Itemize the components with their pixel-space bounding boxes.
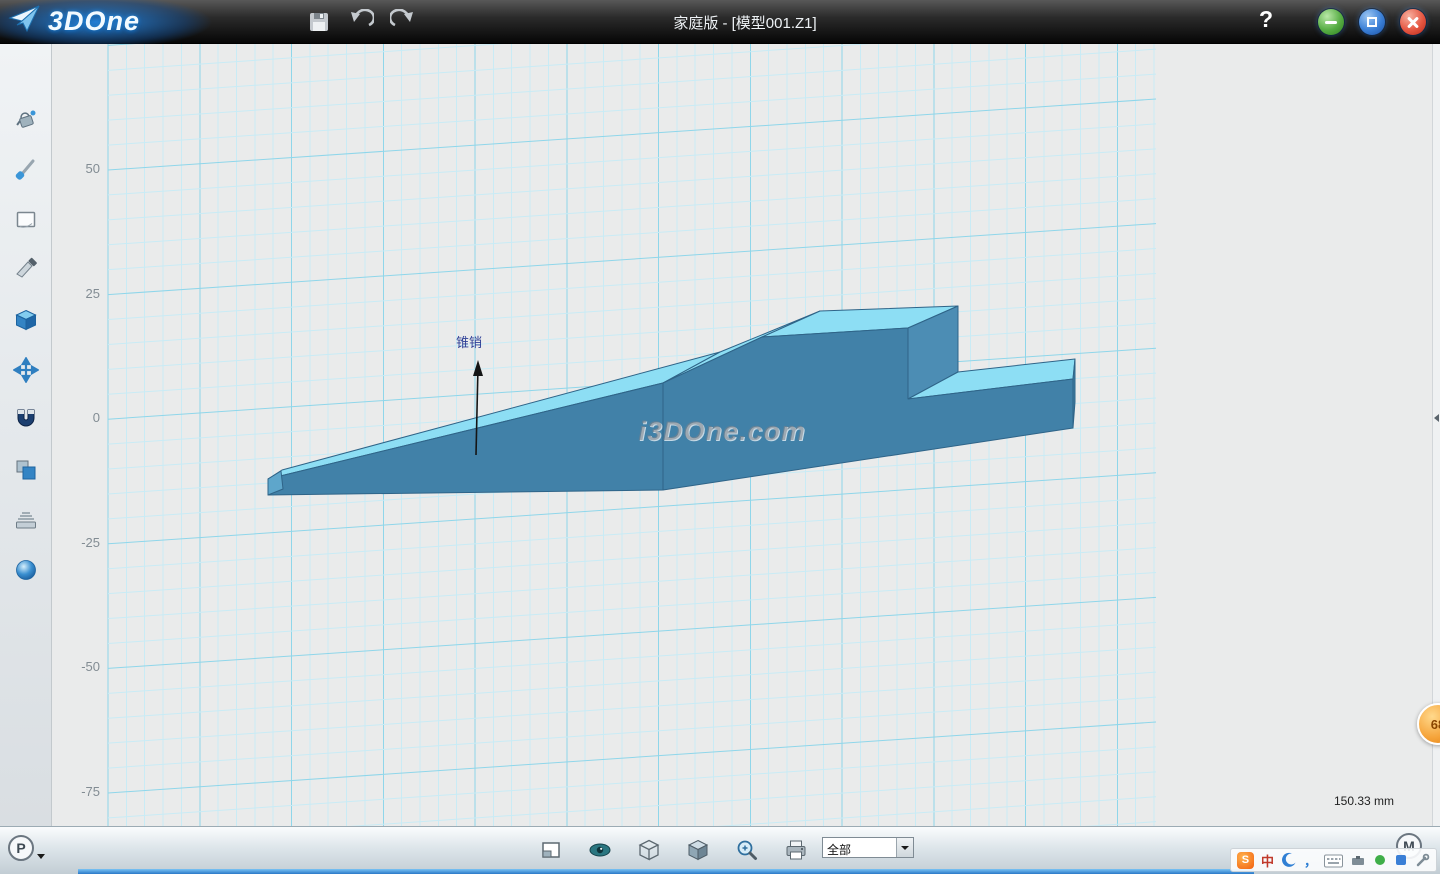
input-method-bar: S 中 ， [1230,848,1437,872]
dropdown-button[interactable] [896,838,913,857]
paint-can-icon [13,107,39,133]
annotation-label: 锥销 [456,332,482,351]
skin-icon[interactable] [1394,853,1408,867]
taskbar-strip [78,869,1254,874]
p-dropdown-arrow-icon[interactable] [37,854,45,859]
chevron-down-icon [901,846,909,850]
axis-label: 50 [56,161,100,176]
magnifier-icon [734,837,760,863]
window-title: 家庭版 - [模型001.Z1] [50,12,1440,33]
keyboard-icon[interactable] [1324,853,1343,868]
minimize-icon [1325,21,1337,24]
axis-label: 25 [56,286,100,301]
wireframe-display-button[interactable] [634,835,664,865]
magnet-icon [13,407,39,433]
moon-icon[interactable] [1281,852,1297,868]
reference-plane-button[interactable] [536,835,566,865]
brush-icon [13,157,39,183]
axis-label: 0 [56,410,100,425]
p-button[interactable]: P [8,835,34,861]
status-bar: P [0,826,1440,874]
visibility-button[interactable] [585,835,615,865]
ime-punctuation-toggle[interactable]: ， [1304,851,1317,870]
plane-icon [538,837,564,863]
axis-label: -50 [56,659,100,674]
shaded-cube-icon [685,837,711,863]
filter-value: 全部 [823,838,896,857]
scale-readout: 150.33 mm [1334,794,1394,808]
close-button[interactable] [1400,9,1426,35]
trim-tool-button[interactable] [12,256,40,284]
render-tool-button[interactable] [12,106,40,134]
stacked-boxes-icon [13,457,39,483]
status-green-icon[interactable] [1373,853,1387,867]
wrench-icon[interactable] [1415,853,1430,868]
eye-icon [587,837,613,863]
toolbox-icon[interactable] [1350,852,1366,868]
knife-icon [13,257,39,283]
watermark: i3DOne.com [608,416,836,447]
paper-plane-icon [8,4,42,39]
print-button[interactable] [781,835,811,865]
sogou-logo-icon[interactable]: S [1237,852,1254,869]
sketch-tool-button[interactable] [12,206,40,234]
title-bar: 3DOne 家庭版 - [模型001.Z1] ? [0,0,1440,44]
axis-label: -75 [56,784,100,799]
wireframe-cube-icon [636,837,662,863]
sketch-page-icon [13,207,39,233]
minimize-button[interactable] [1318,9,1344,35]
printer-icon [783,837,809,863]
section-tool-button[interactable] [12,506,40,534]
combine-tool-button[interactable] [12,456,40,484]
primitive-tool-button[interactable] [12,306,40,334]
cube-icon [13,307,39,333]
move-arrows-icon [13,357,39,383]
help-button[interactable]: ? [1252,6,1280,33]
zoom-button[interactable] [732,835,762,865]
shaded-display-button[interactable] [683,835,713,865]
restore-icon [1367,17,1377,27]
section-plane-icon [13,507,39,533]
magnet-tool-button[interactable] [12,406,40,434]
brush-tool-button[interactable] [12,156,40,184]
left-toolbar [0,44,52,826]
move-tool-button[interactable] [12,356,40,384]
axis-label: -25 [56,535,100,550]
sphere-icon [13,557,39,583]
restore-button[interactable] [1359,9,1385,35]
ime-mode-toggle[interactable]: 中 [1261,851,1274,870]
collapse-arrow-icon[interactable] [1434,414,1439,422]
sphere-tool-button[interactable] [12,556,40,584]
viewport[interactable]: 50 25 0 -25 -50 -75 锥销 i3DOne.com 150.33 mm [52,44,1432,826]
filter-dropdown[interactable]: 全部 [822,837,914,858]
